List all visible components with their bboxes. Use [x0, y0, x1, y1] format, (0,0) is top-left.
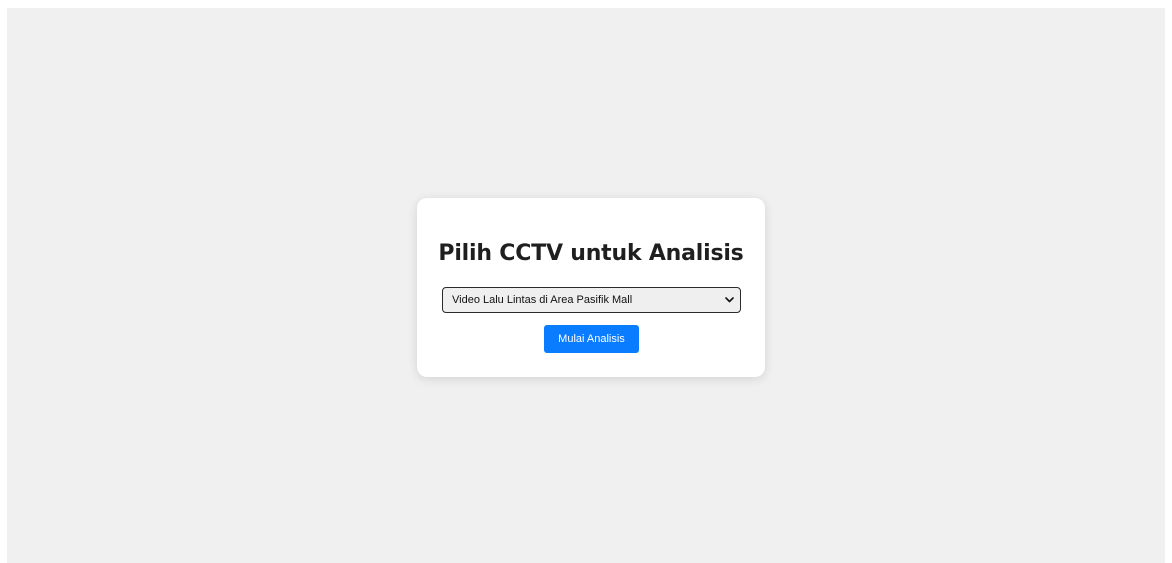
cctv-select[interactable]: Video Lalu Lintas di Area Pasifik Mall [442, 287, 741, 313]
cctv-selection-card: Pilih CCTV untuk Analisis Video Lalu Lin… [417, 198, 765, 377]
chevron-down-icon [724, 295, 734, 305]
page-title: Pilih CCTV untuk Analisis [438, 241, 744, 266]
page-background: Pilih CCTV untuk Analisis Video Lalu Lin… [7, 8, 1165, 563]
start-analysis-button[interactable]: Mulai Analisis [544, 325, 639, 353]
cctv-select-value: Video Lalu Lintas di Area Pasifik Mall [452, 294, 633, 306]
